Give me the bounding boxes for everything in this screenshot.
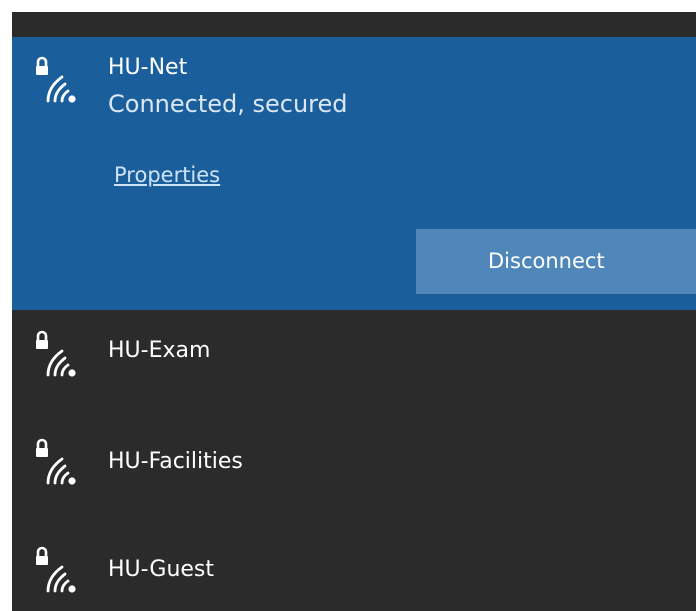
network-item[interactable]: HU-Facilities [12,418,696,526]
network-name: HU-Exam [108,338,211,363]
wifi-secured-icon [32,437,84,485]
network-name: HU-Facilities [108,449,243,474]
properties-link[interactable]: Properties [114,161,220,189]
network-flyout: HU-Net Connected, secured Properties Dis… [0,0,696,611]
network-item[interactable]: HU-Exam [12,310,696,418]
network-name: HU-Guest [108,557,215,582]
wifi-secured-icon [32,55,84,103]
wifi-secured-icon [32,545,84,593]
network-list-panel: HU-Net Connected, secured Properties Dis… [12,12,696,611]
connection-status: Connected, secured [108,90,348,118]
disconnect-button[interactable]: Disconnect [416,229,696,294]
wifi-secured-icon [32,329,84,377]
connected-network-card[interactable]: HU-Net Connected, secured Properties Dis… [12,37,696,310]
network-list-header [12,12,696,37]
network-name: HU-Net [108,55,188,80]
network-item[interactable]: HU-Guest [12,526,696,611]
